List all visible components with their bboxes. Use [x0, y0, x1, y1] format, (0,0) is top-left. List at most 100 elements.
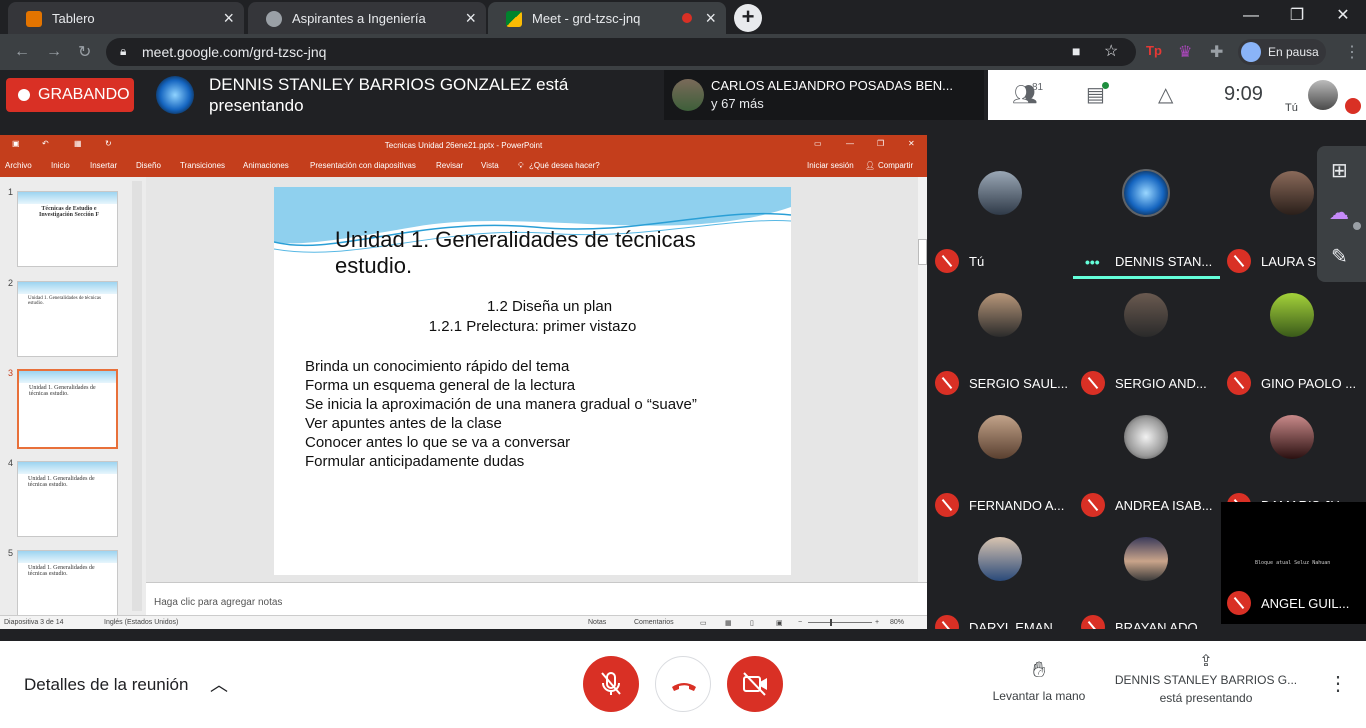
- slide-thumbnail-1[interactable]: Técnicas de Estudio e Investigación Secc…: [17, 191, 118, 267]
- language[interactable]: Inglés (Estados Unidos): [104, 619, 178, 626]
- activities-icon[interactable]: △: [1158, 82, 1173, 107]
- more-options-icon[interactable]: ⋮: [1328, 671, 1348, 696]
- reading-view-icon[interactable]: ▯: [750, 619, 754, 627]
- participant-tile-speaking[interactable]: ••• DENNIS STAN...: [1073, 157, 1220, 279]
- current-slide[interactable]: Unidad 1. Generalidades de técnicas estu…: [274, 187, 791, 575]
- ppt-close-icon[interactable]: ✕: [908, 139, 915, 148]
- participant-name: ANDREA ISAB...: [1115, 498, 1213, 513]
- tab-tablero[interactable]: Tablero ×: [8, 2, 244, 34]
- ribbon-tab-diseno[interactable]: Diseño: [136, 161, 161, 170]
- ppt-window-title: Tecnicas Unidad 26ene21.pptx - PowerPoin…: [384, 141, 543, 150]
- normal-view-icon[interactable]: ▭: [700, 619, 707, 627]
- reload-icon[interactable]: ↻: [78, 42, 91, 62]
- ribbon-tab-revisar[interactable]: Revisar: [436, 161, 463, 170]
- clock: 9:09: [1224, 83, 1263, 105]
- ribbon-tab-archivo[interactable]: Archivo: [5, 161, 32, 170]
- close-tab-icon[interactable]: ×: [705, 8, 716, 29]
- participant-tile[interactable]: ANDREA ISAB...: [1073, 401, 1219, 523]
- tell-me-search[interactable]: ¿Qué desea hacer?: [529, 161, 600, 170]
- slide-scrollbar[interactable]: [918, 177, 927, 582]
- zoom-level[interactable]: 80%: [890, 619, 904, 626]
- address-bar[interactable]: 🔒︎ meet.google.com/grd-tzsc-jnq ■ ☆: [106, 38, 1136, 66]
- raise-hand-button[interactable]: ✋︎ Levantar la mano: [984, 657, 1094, 703]
- bullet-item: Formular anticipadamente dudas: [305, 453, 525, 470]
- meet-top-bar: GRABANDO DENNIS STANLEY BARRIOS GONZALEZ…: [0, 70, 1366, 120]
- ppt-minimize-icon[interactable]: —: [846, 139, 854, 148]
- ribbon-tab-inicio[interactable]: Inicio: [51, 161, 70, 170]
- notes-pane[interactable]: Haga clic para agregar notas: [146, 582, 927, 615]
- restore-icon[interactable]: ❐: [1274, 0, 1320, 34]
- slide-thumbnail-4[interactable]: Unidad 1. Generalidades de técnicas estu…: [17, 461, 118, 537]
- meeting-details-button[interactable]: Detalles de la reunión: [24, 675, 188, 695]
- participant-tile[interactable]: SERGIO AND...: [1073, 279, 1219, 401]
- presenting-status: está presentando: [1159, 691, 1253, 705]
- tab-aspirantes[interactable]: Aspirantes a Ingeniería ×: [248, 2, 486, 34]
- extension-crown-icon[interactable]: ♛: [1178, 42, 1192, 62]
- forward-icon[interactable]: →: [46, 43, 62, 61]
- ribbon-tab-transiciones[interactable]: Transiciones: [180, 161, 225, 170]
- extensions-puzzle-icon[interactable]: ✚: [1210, 42, 1223, 62]
- ribbon-tab-insertar[interactable]: Insertar: [90, 161, 117, 170]
- browser-menu-icon[interactable]: ⋮: [1344, 42, 1360, 62]
- camera-icon[interactable]: ■: [1072, 43, 1080, 59]
- presenting-button[interactable]: ⇪ DENNIS STANLEY BARRIOS G... está prese…: [1106, 653, 1306, 707]
- participant-tile[interactable]: BRAYAN ADO...: [1073, 523, 1219, 645]
- muted-mic-icon: [935, 249, 959, 273]
- participant-tile[interactable]: GINO PAOLO ...: [1219, 279, 1365, 401]
- participant-tile[interactable]: Tú: [927, 157, 1073, 279]
- speaking-dots-icon: •••: [1085, 254, 1100, 270]
- camera-toggle-button[interactable]: [727, 656, 783, 712]
- slide-thumbnail-2[interactable]: Unidad 1. Generalidades de técnicas estu…: [17, 281, 118, 357]
- muted-mic-icon: [935, 371, 959, 395]
- participant-tile[interactable]: DARYL EMAN...: [927, 523, 1073, 645]
- recording-indicator[interactable]: GRABANDO: [6, 78, 134, 112]
- participant-name: SERGIO AND...: [1115, 376, 1207, 391]
- ribbon-tab-animaciones[interactable]: Animaciones: [243, 161, 289, 170]
- extension-tp-icon[interactable]: Tp: [1146, 43, 1162, 58]
- muted-mic-icon: [1081, 493, 1105, 517]
- participant-avatar: [1122, 169, 1170, 217]
- close-tab-icon[interactable]: ×: [223, 8, 234, 29]
- sign-in-link[interactable]: Iniciar sesión: [807, 161, 854, 170]
- thumbnail-wave: [18, 551, 117, 563]
- slide-thumbnail-5[interactable]: Unidad 1. Generalidades de técnicas estu…: [17, 550, 118, 615]
- leave-call-button[interactable]: [655, 656, 711, 712]
- hand-icon: ✋︎: [1032, 657, 1046, 682]
- zoom-slider-handle[interactable]: [830, 619, 832, 626]
- slide-thumbnail-3-selected[interactable]: Unidad 1. Generalidades de técnicas estu…: [17, 369, 118, 449]
- tab-meet[interactable]: Meet - grd-tzsc-jnq ×: [488, 2, 726, 34]
- chevron-up-icon[interactable]: ︿: [210, 671, 228, 697]
- close-tab-icon[interactable]: ×: [465, 8, 476, 29]
- zoom-in-icon[interactable]: +: [875, 619, 879, 626]
- new-tab-button[interactable]: +: [734, 4, 762, 32]
- ribbon-tab-presentacion[interactable]: Presentación con diapositivas: [310, 161, 416, 170]
- bookmark-star-icon[interactable]: ☆: [1104, 41, 1118, 61]
- ppt-restore-icon[interactable]: ❐: [877, 139, 884, 148]
- zoom-slider[interactable]: [808, 622, 872, 623]
- apps-grid-icon[interactable]: ⊞: [1331, 158, 1348, 183]
- minimize-icon[interactable]: —: [1228, 0, 1274, 34]
- participant-tile[interactable]: FERNANDO A...: [927, 401, 1073, 523]
- participant-tile[interactable]: LAURA S: [1219, 157, 1317, 279]
- sorter-view-icon[interactable]: ▦: [725, 619, 732, 627]
- back-icon[interactable]: ←: [14, 43, 30, 61]
- thumbnails-scrollbar[interactable]: [132, 181, 142, 611]
- ribbon-tab-vista[interactable]: Vista: [481, 161, 499, 170]
- close-window-icon[interactable]: ✕: [1320, 0, 1366, 34]
- globe-favicon-icon: [266, 11, 282, 27]
- presenter-banner: DENNIS STANLEY BARRIOS GONZALEZ está pre…: [209, 75, 569, 115]
- highlighter-icon[interactable]: ✎: [1331, 244, 1348, 269]
- slideshow-view-icon[interactable]: ▣: [776, 619, 783, 627]
- notes-toggle[interactable]: Notas: [588, 619, 606, 626]
- ribbon-options-icon[interactable]: ▭: [814, 139, 822, 148]
- profile-button[interactable]: En pausa: [1238, 39, 1326, 65]
- participant-tile[interactable]: SERGIO SAUL...: [927, 279, 1073, 401]
- thumbnail-wave: [18, 282, 117, 294]
- side-tools-panel: ⊞ ☁ ✎: [1317, 146, 1366, 282]
- share-button[interactable]: Compartir: [878, 161, 913, 170]
- zoom-out-icon[interactable]: −: [798, 619, 802, 626]
- comments-toggle[interactable]: Comentarios: [634, 619, 674, 626]
- mic-toggle-button[interactable]: [583, 656, 639, 712]
- weather-cloud-icon[interactable]: ☁: [1329, 200, 1349, 225]
- scroll-thumb[interactable]: [918, 239, 927, 265]
